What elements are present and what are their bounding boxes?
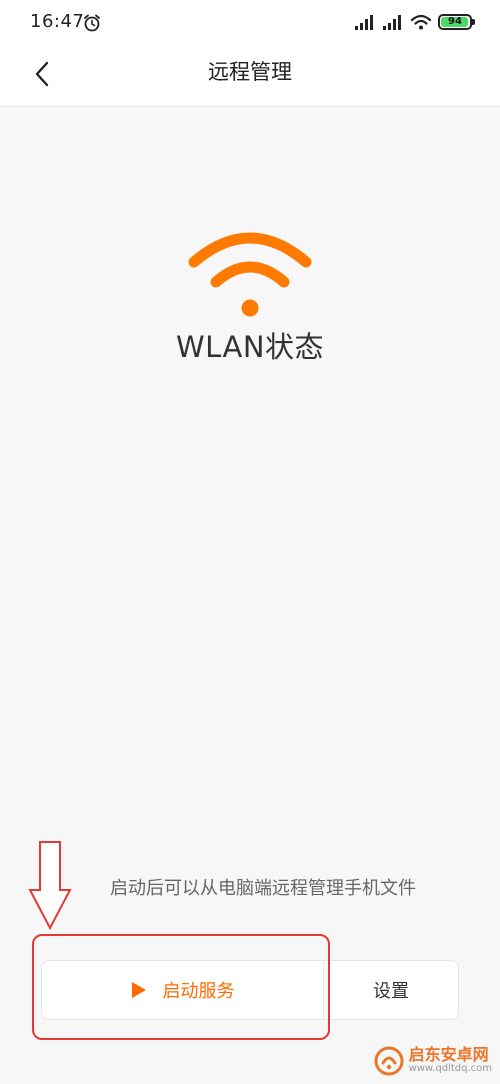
start-service-label: 启动服务 <box>162 981 235 1002</box>
watermark: 启东安卓网 www.qdltdq.com <box>374 1046 492 1076</box>
status-icons: 94 <box>354 12 475 32</box>
wifi-icon <box>410 14 432 30</box>
watermark-url: www.qdltdq.com <box>408 1063 492 1075</box>
play-icon <box>131 982 146 998</box>
settings-label: 设置 <box>373 981 409 1002</box>
watermark-text: 启东安卓网 www.qdltdq.com <box>409 1047 492 1074</box>
wlan-status-label: WLAN状态 <box>175 330 325 364</box>
wifi-status-icon <box>188 232 312 317</box>
status-time: 16:47 <box>30 11 85 32</box>
status-bar: 16:47 94 <box>0 0 500 44</box>
watermark-logo-icon <box>374 1046 404 1076</box>
hint-text: 启动后可以从电脑端远程管理手机文件 <box>110 878 416 899</box>
start-service-button[interactable]: 启动服务 <box>42 961 324 1019</box>
chevron-left-icon <box>35 61 49 87</box>
signal-icon <box>355 15 373 30</box>
page-title: 远程管理 <box>208 60 292 84</box>
battery-level: 94 <box>448 16 462 27</box>
back-button[interactable] <box>20 52 64 96</box>
battery-icon: 94 <box>438 14 475 30</box>
app-header: 远程管理 <box>0 44 500 107</box>
action-bar: 启动服务 设置 <box>41 960 459 1020</box>
settings-button[interactable]: 设置 <box>324 961 458 1019</box>
signal-icon <box>383 15 401 30</box>
alarm-icon <box>84 14 100 32</box>
watermark-name: 启东安卓网 <box>408 1045 489 1065</box>
